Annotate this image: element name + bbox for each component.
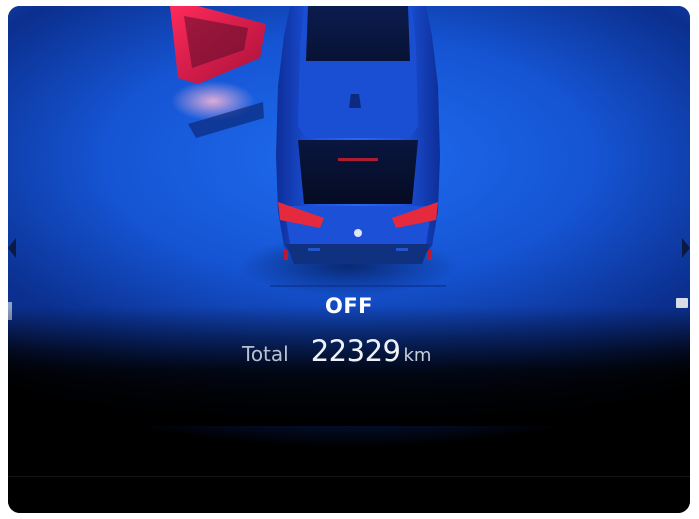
odometer-label: Total	[242, 342, 289, 366]
odometer-value: 22329	[310, 334, 401, 368]
bmw-logo-icon	[354, 229, 362, 237]
instrument-cluster-display: OFF Total 22329 km	[8, 6, 690, 513]
odometer: Total 22329 km	[242, 334, 431, 374]
odometer-unit: km	[403, 345, 432, 366]
left-edge-marker-icon	[8, 238, 16, 258]
ignition-status: OFF	[324, 294, 374, 318]
right-edge-marker-icon	[682, 238, 690, 258]
car-top-view-icon	[170, 6, 458, 296]
door-open-icon	[170, 6, 266, 138]
display-divider	[8, 476, 690, 477]
car-body	[276, 6, 440, 264]
